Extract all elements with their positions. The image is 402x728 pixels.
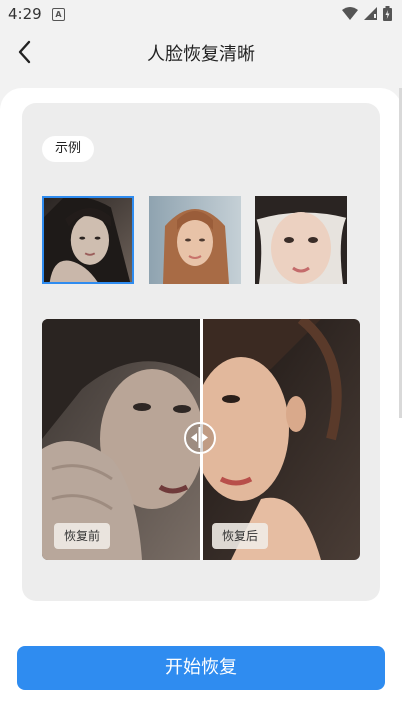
- page-title: 人脸恢复清晰: [147, 44, 255, 65]
- after-label: 恢复后: [212, 523, 269, 549]
- notification-icon: A: [52, 8, 65, 21]
- before-label: 恢复前: [54, 523, 111, 549]
- status-time: 4:29: [8, 5, 42, 23]
- example-photo-3: [255, 196, 347, 284]
- status-bar: 4:29 A: [0, 0, 402, 28]
- comparison-slider-handle[interactable]: [184, 422, 216, 454]
- battery-icon: [383, 6, 392, 21]
- start-restore-button[interactable]: 开始恢复: [17, 646, 385, 690]
- app-bar: 人脸恢复清晰: [0, 28, 402, 76]
- example-tag: 示例: [42, 136, 94, 162]
- status-icons: [342, 6, 392, 21]
- left-right-arrows-icon: [191, 427, 208, 448]
- signal-icon: [364, 7, 377, 20]
- example-thumbnail-2[interactable]: [149, 196, 241, 284]
- comparison-viewer[interactable]: 恢复前 恢复后: [42, 319, 360, 560]
- wifi-icon: [342, 7, 358, 20]
- example-photo-2: [149, 196, 241, 284]
- example-photo-1: [44, 198, 132, 282]
- example-thumbnail-1[interactable]: [42, 196, 134, 284]
- example-thumbnail-3[interactable]: [255, 196, 347, 284]
